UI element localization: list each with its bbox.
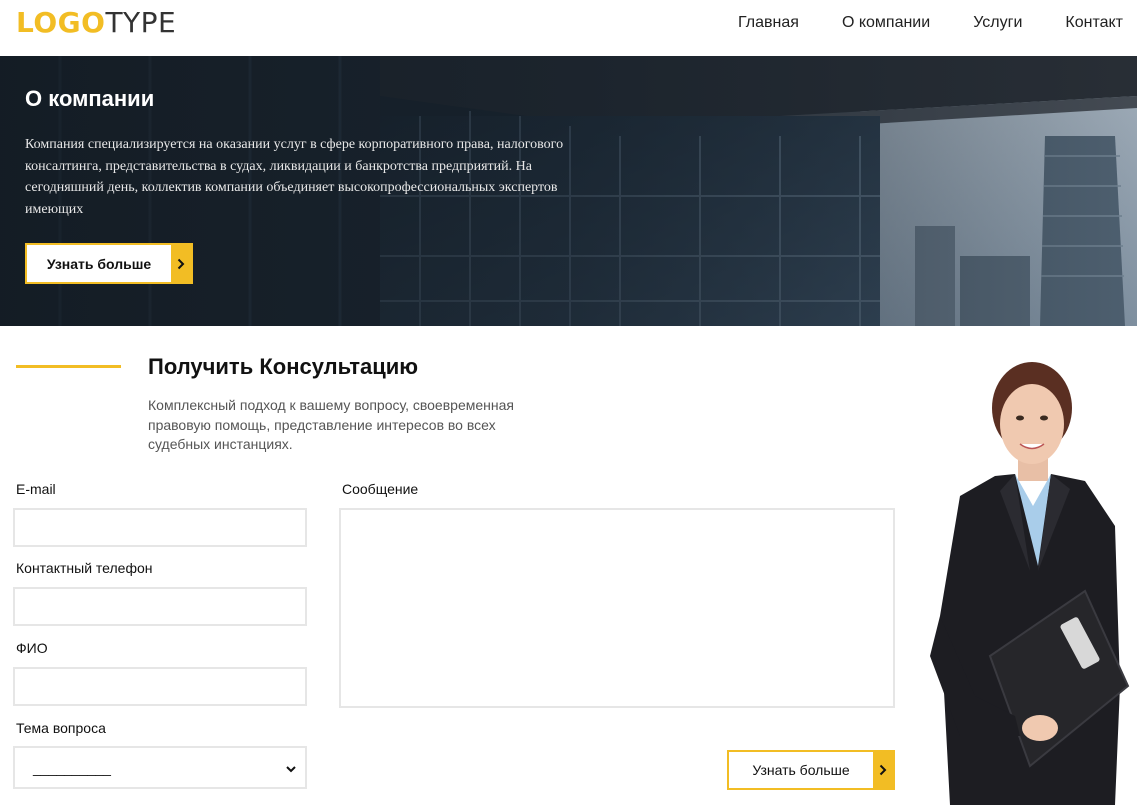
logo-part-thin: TYPE	[105, 6, 177, 39]
logo[interactable]: LOGOTYPE	[16, 6, 176, 39]
fio-field[interactable]	[13, 667, 307, 706]
nav-link-services[interactable]: Услуги	[973, 14, 1022, 32]
consultation-title: Получить Консультацию	[148, 354, 419, 379]
message-label: Сообщение	[342, 481, 419, 497]
consultation-description: Комплексный подход к вашему вопросу, сво…	[148, 397, 514, 452]
phone-field[interactable]	[13, 587, 307, 626]
hero-learn-more-label: Узнать больше	[46, 255, 152, 272]
accent-line	[16, 365, 121, 368]
email-label: E-mail	[16, 481, 56, 497]
hero-banner: О компании Компания специализируется на …	[0, 56, 1137, 326]
topic-select[interactable]: __________	[13, 746, 307, 789]
logo-part-bold: LOGO	[16, 6, 106, 39]
chevron-right-icon	[171, 245, 191, 282]
main-nav: Главная О компании Услуги Контакт	[738, 14, 1123, 32]
submit-learn-more-label: Узнать больше	[752, 762, 850, 778]
hero-learn-more-button[interactable]: Узнать больше	[25, 243, 193, 284]
businesswoman-image	[930, 362, 1130, 805]
nav-link-about[interactable]: О компании	[842, 14, 930, 32]
nav-link-home[interactable]: Главная	[738, 14, 799, 32]
chevron-down-icon	[285, 761, 297, 777]
message-field[interactable]	[339, 508, 895, 708]
hero-description: Компания специализируется на оказании ус…	[25, 137, 564, 217]
phone-label: Контактный телефон	[16, 560, 153, 576]
submit-learn-more-button[interactable]: Узнать больше	[727, 750, 895, 790]
email-field[interactable]	[13, 508, 307, 547]
fio-label: ФИО	[16, 640, 48, 656]
chevron-right-icon	[873, 752, 893, 788]
nav-link-contact[interactable]: Контакт	[1065, 14, 1123, 32]
site-header: LOGOTYPE Главная О компании Услуги Конта…	[0, 0, 1137, 56]
topic-selected-value: __________	[33, 759, 111, 776]
hero-title: О компании	[25, 86, 155, 111]
topic-label: Тема вопроса	[16, 720, 106, 736]
